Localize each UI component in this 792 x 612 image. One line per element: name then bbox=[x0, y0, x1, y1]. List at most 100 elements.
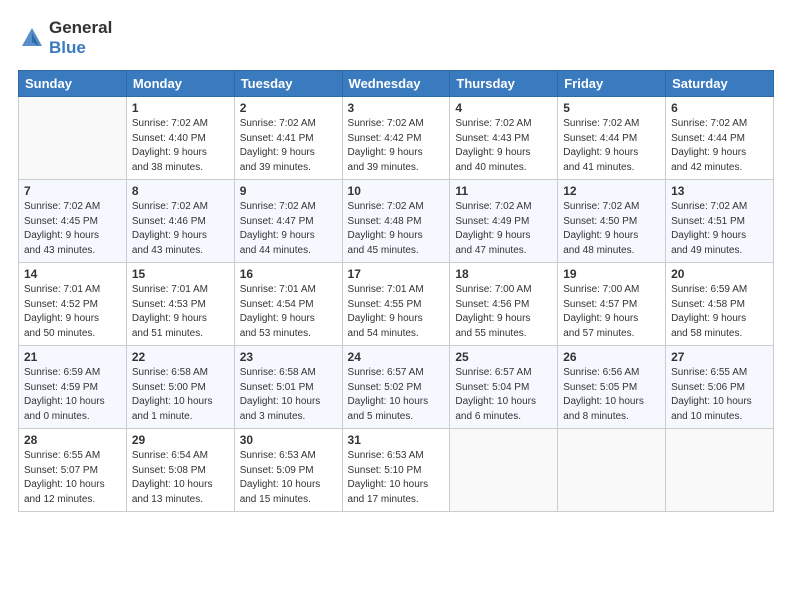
calendar-cell: 18 Sunrise: 7:00 AM Sunset: 4:56 PM Dayli… bbox=[450, 263, 558, 346]
week-row-2: 7 Sunrise: 7:02 AM Sunset: 4:45 PM Daylig… bbox=[19, 180, 774, 263]
calendar-cell bbox=[450, 429, 558, 512]
day-info: Sunrise: 7:00 AM Sunset: 4:57 PM Dayligh… bbox=[563, 283, 660, 341]
day-number: 26 bbox=[563, 350, 660, 364]
col-header-tuesday: Tuesday bbox=[234, 71, 342, 97]
day-number: 24 bbox=[348, 350, 445, 364]
calendar-cell: 8 Sunrise: 7:02 AM Sunset: 4:46 PM Daylig… bbox=[126, 180, 234, 263]
day-number: 15 bbox=[132, 267, 229, 281]
day-number: 12 bbox=[563, 184, 660, 198]
day-number: 13 bbox=[671, 184, 768, 198]
calendar-cell: 16 Sunrise: 7:01 AM Sunset: 4:54 PM Dayli… bbox=[234, 263, 342, 346]
day-number: 28 bbox=[24, 433, 121, 447]
day-number: 21 bbox=[24, 350, 121, 364]
day-number: 8 bbox=[132, 184, 229, 198]
calendar-cell: 26 Sunrise: 6:56 AM Sunset: 5:05 PM Dayli… bbox=[558, 346, 666, 429]
calendar-cell: 11Sunrise: 7:02 AM Sunset: 4:49 PM Dayli… bbox=[450, 180, 558, 263]
day-number: 30 bbox=[240, 433, 337, 447]
day-info: Sunrise: 7:02 AM Sunset: 4:44 PM Dayligh… bbox=[671, 117, 768, 175]
day-info: Sunrise: 7:02 AM Sunset: 4:51 PM Dayligh… bbox=[671, 200, 768, 258]
calendar-cell: 14Sunrise: 7:01 AM Sunset: 4:52 PM Dayli… bbox=[19, 263, 127, 346]
day-info: Sunrise: 7:01 AM Sunset: 4:54 PM Dayligh… bbox=[240, 283, 337, 341]
day-info: Sunrise: 6:57 AM Sunset: 5:04 PM Dayligh… bbox=[455, 366, 552, 424]
col-header-wednesday: Wednesday bbox=[342, 71, 450, 97]
day-info: Sunrise: 6:58 AM Sunset: 5:01 PM Dayligh… bbox=[240, 366, 337, 424]
day-number: 17 bbox=[348, 267, 445, 281]
day-number: 18 bbox=[455, 267, 552, 281]
day-info: Sunrise: 6:53 AM Sunset: 5:09 PM Dayligh… bbox=[240, 449, 337, 507]
day-number: 19 bbox=[563, 267, 660, 281]
day-number: 22 bbox=[132, 350, 229, 364]
calendar-cell: 10Sunrise: 7:02 AM Sunset: 4:48 PM Dayli… bbox=[342, 180, 450, 263]
day-info: Sunrise: 7:00 AM Sunset: 4:56 PM Dayligh… bbox=[455, 283, 552, 341]
calendar-cell: 28 Sunrise: 6:55 AM Sunset: 5:07 PM Dayli… bbox=[19, 429, 127, 512]
calendar-cell: 9 Sunrise: 7:02 AM Sunset: 4:47 PM Daylig… bbox=[234, 180, 342, 263]
day-info: Sunrise: 6:55 AM Sunset: 5:06 PM Dayligh… bbox=[671, 366, 768, 424]
day-info: Sunrise: 7:01 AM Sunset: 4:52 PM Dayligh… bbox=[24, 283, 121, 341]
day-number: 27 bbox=[671, 350, 768, 364]
logo-text: General Blue bbox=[49, 18, 112, 58]
day-info: Sunrise: 7:02 AM Sunset: 4:43 PM Dayligh… bbox=[455, 117, 552, 175]
day-number: 29 bbox=[132, 433, 229, 447]
day-info: Sunrise: 7:01 AM Sunset: 4:53 PM Dayligh… bbox=[132, 283, 229, 341]
day-number: 16 bbox=[240, 267, 337, 281]
day-info: Sunrise: 6:59 AM Sunset: 4:58 PM Dayligh… bbox=[671, 283, 768, 341]
day-info: Sunrise: 7:02 AM Sunset: 4:45 PM Dayligh… bbox=[24, 200, 121, 258]
day-info: Sunrise: 6:56 AM Sunset: 5:05 PM Dayligh… bbox=[563, 366, 660, 424]
calendar-cell: 19 Sunrise: 7:00 AM Sunset: 4:57 PM Dayli… bbox=[558, 263, 666, 346]
page-container: General Blue SundayMondayTuesdayWednesda… bbox=[0, 0, 792, 522]
calendar-cell bbox=[19, 97, 127, 180]
calendar-cell: 1Sunrise: 7:02 AM Sunset: 4:40 PM Daylig… bbox=[126, 97, 234, 180]
calendar-cell: 4 Sunrise: 7:02 AM Sunset: 4:43 PM Daylig… bbox=[450, 97, 558, 180]
week-row-4: 21 Sunrise: 6:59 AM Sunset: 4:59 PM Dayli… bbox=[19, 346, 774, 429]
calendar-cell: 24 Sunrise: 6:57 AM Sunset: 5:02 PM Dayli… bbox=[342, 346, 450, 429]
calendar-cell: 29 Sunrise: 6:54 AM Sunset: 5:08 PM Dayli… bbox=[126, 429, 234, 512]
day-info: Sunrise: 7:02 AM Sunset: 4:42 PM Dayligh… bbox=[348, 117, 445, 175]
day-info: Sunrise: 6:55 AM Sunset: 5:07 PM Dayligh… bbox=[24, 449, 121, 507]
week-row-5: 28 Sunrise: 6:55 AM Sunset: 5:07 PM Dayli… bbox=[19, 429, 774, 512]
calendar-cell: 25 Sunrise: 6:57 AM Sunset: 5:04 PM Dayli… bbox=[450, 346, 558, 429]
calendar-table: SundayMondayTuesdayWednesdayThursdayFrid… bbox=[18, 70, 774, 512]
calendar-cell: 31 Sunrise: 6:53 AM Sunset: 5:10 PM Dayli… bbox=[342, 429, 450, 512]
day-number: 10 bbox=[348, 184, 445, 198]
calendar-cell: 7 Sunrise: 7:02 AM Sunset: 4:45 PM Daylig… bbox=[19, 180, 127, 263]
calendar-cell: 3Sunrise: 7:02 AM Sunset: 4:42 PM Daylig… bbox=[342, 97, 450, 180]
calendar-cell: 30 Sunrise: 6:53 AM Sunset: 5:09 PM Dayli… bbox=[234, 429, 342, 512]
calendar-cell: 2Sunrise: 7:02 AM Sunset: 4:41 PM Daylig… bbox=[234, 97, 342, 180]
day-info: Sunrise: 7:02 AM Sunset: 4:49 PM Dayligh… bbox=[455, 200, 552, 258]
day-number: 23 bbox=[240, 350, 337, 364]
day-info: Sunrise: 6:57 AM Sunset: 5:02 PM Dayligh… bbox=[348, 366, 445, 424]
day-number: 1 bbox=[132, 101, 229, 115]
calendar-cell: 17Sunrise: 7:01 AM Sunset: 4:55 PM Dayli… bbox=[342, 263, 450, 346]
calendar-cell: 15 Sunrise: 7:01 AM Sunset: 4:53 PM Dayli… bbox=[126, 263, 234, 346]
calendar-cell: 6 Sunrise: 7:02 AM Sunset: 4:44 PM Daylig… bbox=[666, 97, 774, 180]
day-number: 25 bbox=[455, 350, 552, 364]
day-info: Sunrise: 7:02 AM Sunset: 4:50 PM Dayligh… bbox=[563, 200, 660, 258]
header: General Blue bbox=[18, 18, 774, 58]
day-info: Sunrise: 6:59 AM Sunset: 4:59 PM Dayligh… bbox=[24, 366, 121, 424]
header-row: SundayMondayTuesdayWednesdayThursdayFrid… bbox=[19, 71, 774, 97]
day-number: 2 bbox=[240, 101, 337, 115]
day-info: Sunrise: 6:54 AM Sunset: 5:08 PM Dayligh… bbox=[132, 449, 229, 507]
col-header-sunday: Sunday bbox=[19, 71, 127, 97]
day-number: 7 bbox=[24, 184, 121, 198]
calendar-cell: 22Sunrise: 6:58 AM Sunset: 5:00 PM Dayli… bbox=[126, 346, 234, 429]
day-number: 9 bbox=[240, 184, 337, 198]
day-number: 31 bbox=[348, 433, 445, 447]
logo-icon bbox=[18, 24, 46, 52]
day-number: 6 bbox=[671, 101, 768, 115]
day-number: 5 bbox=[563, 101, 660, 115]
week-row-1: 1Sunrise: 7:02 AM Sunset: 4:40 PM Daylig… bbox=[19, 97, 774, 180]
calendar-cell: 12 Sunrise: 7:02 AM Sunset: 4:50 PM Dayli… bbox=[558, 180, 666, 263]
day-info: Sunrise: 7:02 AM Sunset: 4:47 PM Dayligh… bbox=[240, 200, 337, 258]
col-header-monday: Monday bbox=[126, 71, 234, 97]
calendar-cell: 21 Sunrise: 6:59 AM Sunset: 4:59 PM Dayli… bbox=[19, 346, 127, 429]
calendar-cell: 23 Sunrise: 6:58 AM Sunset: 5:01 PM Dayli… bbox=[234, 346, 342, 429]
day-info: Sunrise: 7:02 AM Sunset: 4:46 PM Dayligh… bbox=[132, 200, 229, 258]
calendar-cell: 13 Sunrise: 7:02 AM Sunset: 4:51 PM Dayli… bbox=[666, 180, 774, 263]
col-header-friday: Friday bbox=[558, 71, 666, 97]
calendar-cell bbox=[666, 429, 774, 512]
week-row-3: 14Sunrise: 7:01 AM Sunset: 4:52 PM Dayli… bbox=[19, 263, 774, 346]
logo: General Blue bbox=[18, 18, 112, 58]
day-number: 4 bbox=[455, 101, 552, 115]
day-info: Sunrise: 6:53 AM Sunset: 5:10 PM Dayligh… bbox=[348, 449, 445, 507]
